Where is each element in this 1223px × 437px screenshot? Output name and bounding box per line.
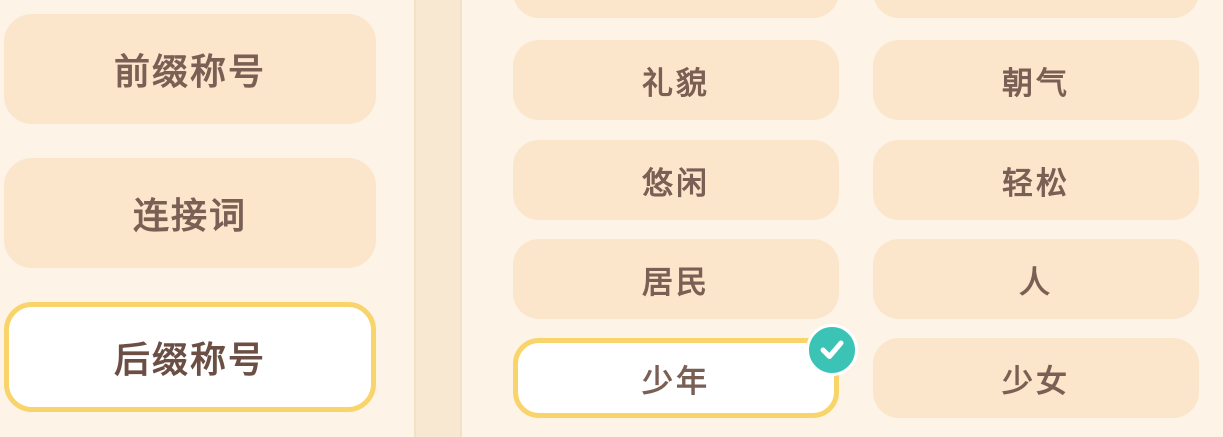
word-button[interactable]: 礼貌 bbox=[513, 40, 839, 120]
word-label: 朝气 bbox=[1002, 65, 1070, 102]
word-label: 少女 bbox=[1002, 363, 1070, 400]
word-label: 礼貌 bbox=[642, 65, 710, 102]
word-button-cutoff[interactable] bbox=[873, 0, 1199, 18]
word-label: 居民 bbox=[642, 264, 710, 301]
word-button-selected[interactable]: 少年 bbox=[513, 338, 839, 418]
category-label: 前缀称号 bbox=[113, 52, 266, 93]
panel-divider bbox=[416, 0, 460, 437]
category-suffix-title-button[interactable]: 后缀称号 bbox=[4, 302, 376, 412]
word-button[interactable]: 轻松 bbox=[873, 140, 1199, 220]
word-label: 少年 bbox=[642, 363, 710, 400]
category-prefix-title-button[interactable]: 前缀称号 bbox=[4, 14, 376, 124]
check-icon bbox=[806, 324, 858, 376]
word-label: 轻松 bbox=[1002, 165, 1070, 202]
category-connector-button[interactable]: 连接词 bbox=[4, 158, 376, 268]
word-button[interactable]: 朝气 bbox=[873, 40, 1199, 120]
word-button[interactable]: 居民 bbox=[513, 239, 839, 319]
category-panel: 前缀称号 连接词 后缀称号 bbox=[0, 0, 416, 437]
word-button[interactable]: 悠闲 bbox=[513, 140, 839, 220]
word-label: 人 bbox=[1019, 264, 1053, 301]
word-button[interactable]: 人 bbox=[873, 239, 1199, 319]
category-label: 后缀称号 bbox=[113, 340, 266, 381]
category-label: 连接词 bbox=[132, 196, 247, 237]
word-button[interactable]: 少女 bbox=[873, 338, 1199, 418]
word-label: 悠闲 bbox=[642, 165, 710, 202]
word-button-cutoff[interactable] bbox=[513, 0, 839, 18]
